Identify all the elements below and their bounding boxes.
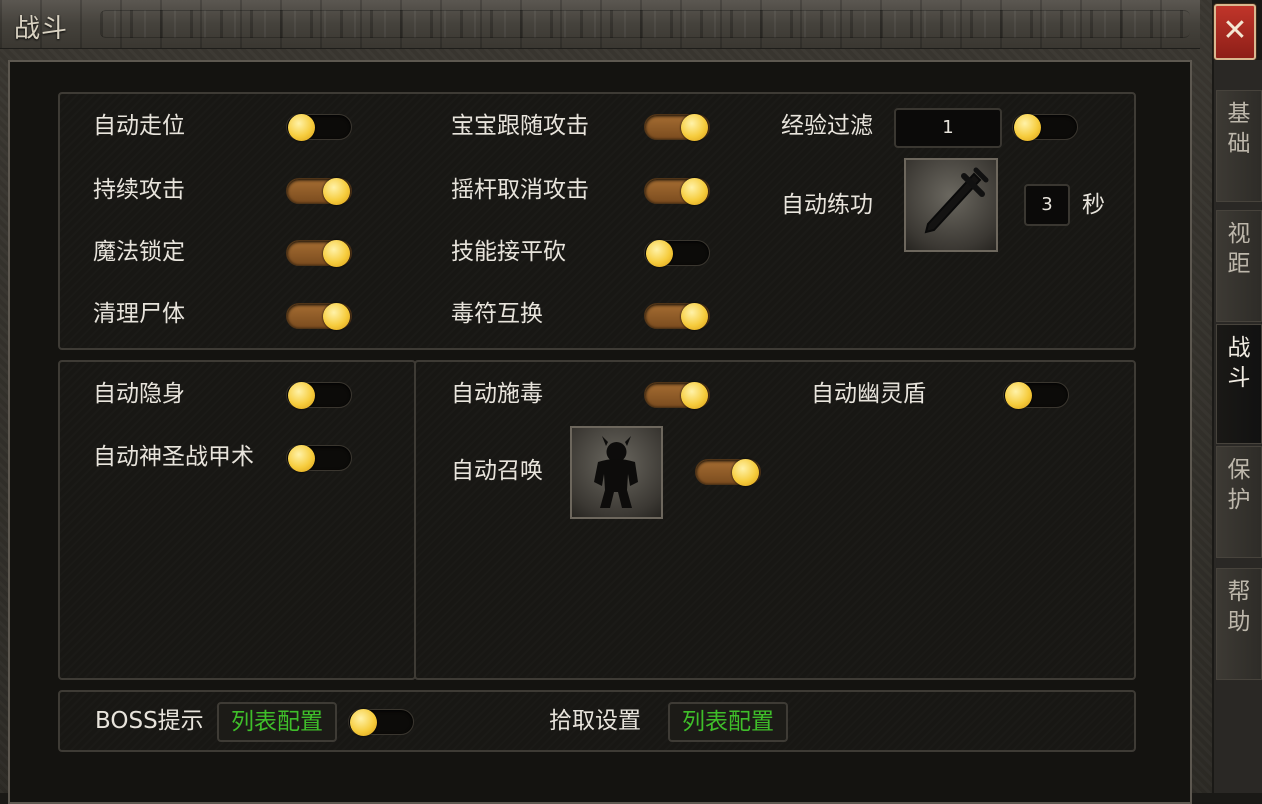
toggle-knob [681, 178, 708, 205]
toggle-knob [288, 382, 315, 409]
sword-icon [924, 167, 989, 234]
tab-combat-label: 战 斗 [1227, 335, 1251, 391]
joystick-cancel-attack-toggle[interactable] [644, 178, 710, 205]
poison-talisman-swap-label: 毒符互换 [451, 301, 543, 327]
toggle-knob [1005, 382, 1032, 409]
auto-holy-armor-label: 自动神圣战甲术 [93, 444, 254, 470]
skeleton-monster-icon [594, 436, 638, 508]
pickup-settings-label: 拾取设置 [549, 708, 641, 734]
window-title: 战斗 [14, 14, 69, 44]
auto-poison-toggle[interactable] [644, 382, 710, 409]
toggle-knob [288, 114, 315, 141]
exp-filter-toggle[interactable] [1012, 114, 1078, 141]
exp-filter-label: 经验过滤 [781, 113, 873, 139]
auto-stealth-label: 自动隐身 [93, 381, 185, 407]
poison-talisman-swap-toggle[interactable] [644, 303, 710, 330]
auto-train-seconds-input[interactable]: 3 [1024, 184, 1070, 226]
auto-holy-armor-toggle[interactable] [286, 445, 352, 472]
tab-protection[interactable]: 保 护 [1216, 446, 1262, 558]
toggle-knob [681, 382, 708, 409]
tab-basic[interactable]: 基 础 [1216, 90, 1262, 202]
skill-normal-attack-toggle[interactable] [644, 240, 710, 267]
auto-ghost-shield-toggle[interactable] [1003, 382, 1069, 409]
title-bar: 战斗 [0, 0, 1200, 49]
magic-lock-toggle[interactable] [286, 240, 352, 267]
toggle-knob [350, 709, 377, 736]
toggle-knob [732, 459, 759, 486]
toggle-knob [288, 445, 315, 472]
boss-alert-label: BOSS提示 [95, 708, 204, 734]
auto-stealth-toggle[interactable] [286, 382, 352, 409]
joystick-cancel-attack-label: 摇杆取消攻击 [451, 177, 589, 203]
boss-list-config-button[interactable]: 列表配置 [217, 702, 337, 742]
tab-combat[interactable]: 战 斗 [1216, 324, 1262, 444]
continuous-attack-label: 持续攻击 [93, 177, 185, 203]
auto-ghost-shield-label: 自动幽灵盾 [811, 381, 926, 407]
auto-move-toggle[interactable] [286, 114, 352, 141]
auto-poison-label: 自动施毒 [451, 381, 543, 407]
side-tab-bar: 基 础 视 距 战 斗 保 护 帮 助 [1214, 60, 1262, 793]
exp-filter-input[interactable]: 1 [894, 108, 1002, 148]
auto-train-label: 自动练功 [781, 192, 873, 218]
magic-lock-label: 魔法锁定 [93, 239, 185, 265]
summon-skill-slot[interactable] [570, 426, 663, 519]
tab-view-distance[interactable]: 视 距 [1216, 210, 1262, 322]
toggle-knob [323, 240, 350, 267]
toggle-knob [323, 303, 350, 330]
tab-protection-label: 保 护 [1227, 457, 1251, 513]
pet-follow-attack-toggle[interactable] [644, 114, 710, 141]
seconds-unit-label: 秒 [1082, 192, 1105, 218]
toggle-knob [1014, 114, 1041, 141]
title-ornament [100, 10, 1190, 38]
clear-corpse-toggle[interactable] [286, 303, 352, 330]
auto-train-skill-slot[interactable] [904, 158, 998, 252]
toggle-knob [681, 114, 708, 141]
tab-basic-label: 基 础 [1227, 101, 1251, 157]
toggle-knob [323, 178, 350, 205]
continuous-attack-toggle[interactable] [286, 178, 352, 205]
toggle-knob [681, 303, 708, 330]
close-button[interactable]: ✕ [1214, 4, 1256, 60]
auto-move-label: 自动走位 [93, 113, 185, 139]
boss-alert-toggle[interactable] [348, 709, 414, 736]
skill-normal-attack-label: 技能接平砍 [451, 239, 566, 265]
pickup-list-config-button[interactable]: 列表配置 [668, 702, 788, 742]
tab-help[interactable]: 帮 助 [1216, 568, 1262, 680]
toggle-knob [646, 240, 673, 267]
tab-help-label: 帮 助 [1227, 579, 1251, 635]
auto-summon-toggle[interactable] [695, 459, 761, 486]
settings-window: 战斗 自动走位 持续攻击 魔法锁定 清理尸体 宝宝跟随攻击 摇杆取消攻击 技能接… [0, 0, 1212, 804]
clear-corpse-label: 清理尸体 [93, 301, 185, 327]
tab-view-distance-label: 视 距 [1227, 221, 1251, 277]
auto-summon-label: 自动召唤 [451, 458, 543, 484]
pet-follow-attack-label: 宝宝跟随攻击 [451, 113, 589, 139]
